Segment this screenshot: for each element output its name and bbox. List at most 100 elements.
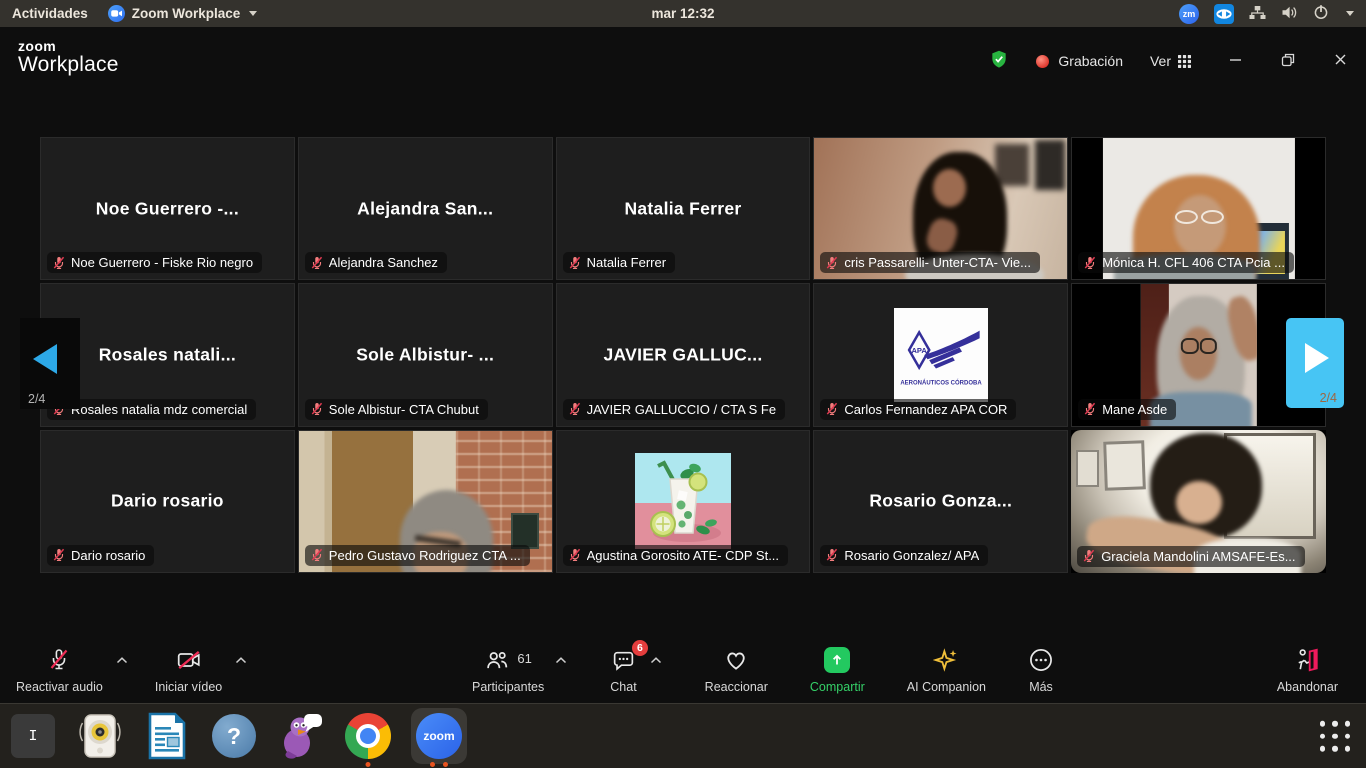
participant-tile[interactable]: Agustina Gorosito ATE- CDP St... <box>556 430 811 573</box>
unmute-button[interactable]: Reactivar audio <box>16 647 103 694</box>
participant-name-center: Noe Guerrero -... <box>96 198 239 219</box>
heart-icon <box>723 647 749 673</box>
muted-mic-icon <box>310 548 324 562</box>
muted-mic-icon <box>52 548 66 562</box>
help-icon: ? <box>212 714 256 758</box>
dock-item-zoom[interactable]: zoom <box>411 708 467 764</box>
share-screen-icon <box>824 647 850 673</box>
writer-document-icon <box>146 712 188 760</box>
apa-logo: APA AERONÁUTICOS CÓRDOBA <box>894 308 988 402</box>
participant-label: JAVIER GALLUCCIO / CTA S Fe <box>563 399 786 420</box>
participant-tile[interactable]: Mónica H. CFL 406 CTA Pcia ... <box>1071 137 1326 280</box>
mojito-avatar-image <box>635 453 731 549</box>
clock[interactable]: mar 12:32 <box>651 6 714 21</box>
terminal-icon: I <box>11 714 55 758</box>
video-options-caret[interactable] <box>234 656 248 665</box>
muted-mic-icon <box>568 256 582 270</box>
participant-tile[interactable]: APA AERONÁUTICOS CÓRDOBA Carlos Fernande… <box>813 283 1068 426</box>
svg-text:APA: APA <box>911 346 927 355</box>
muted-mic-icon <box>1082 549 1096 563</box>
participant-label: Dario rosario <box>47 545 154 566</box>
app-menu-label: Zoom Workplace <box>132 6 241 21</box>
dock-item-help[interactable]: ? <box>210 712 258 760</box>
participant-tile[interactable]: Natalia Ferrer Natalia Ferrer <box>556 137 811 280</box>
meeting-toolbar: Reactivar audio Iniciar vídeo <box>0 637 1366 703</box>
leave-meeting-icon <box>1294 647 1320 673</box>
audio-options-caret[interactable] <box>115 656 129 665</box>
restore-button[interactable] <box>1281 53 1295 70</box>
ai-companion-button[interactable]: AI Companion <box>907 647 986 694</box>
participant-label: Noe Guerrero - Fiske Rio negro <box>47 252 262 273</box>
app-menu[interactable]: Zoom Workplace <box>108 5 258 22</box>
participant-label: Alejandra Sanchez <box>305 252 447 273</box>
participants-button[interactable]: 61 Participantes <box>472 647 544 694</box>
more-icon <box>1028 647 1054 673</box>
chevron-down-icon <box>249 11 257 16</box>
encryption-shield-icon[interactable] <box>989 49 1009 73</box>
page-indicator: 2/4 <box>1320 391 1337 405</box>
muted-mic-icon <box>52 256 66 270</box>
volume-icon <box>1281 5 1298 23</box>
participant-tile[interactable]: cris Passarelli- Unter-CTA- Vie... <box>813 137 1068 280</box>
next-page-button[interactable]: 2/4 <box>1286 318 1344 408</box>
sparkle-icon <box>933 647 959 673</box>
system-status-area[interactable]: zm <box>1179 4 1366 24</box>
chat-button[interactable]: 6 Chat <box>610 647 636 694</box>
chat-badge: 6 <box>632 640 648 656</box>
chrome-icon <box>345 713 391 759</box>
recording-indicator[interactable]: Grabación <box>1036 53 1123 69</box>
zoom-window: zoom Workplace Grabación Ver <box>0 27 1366 703</box>
network-icon <box>1249 5 1266 23</box>
zoom-indicator-icon: zm <box>1179 4 1199 24</box>
participant-name-center: Dario rosario <box>111 491 224 512</box>
more-button[interactable]: Más <box>1028 647 1054 694</box>
participant-tile[interactable]: Alejandra San... Alejandra Sanchez <box>298 137 553 280</box>
view-label: Ver <box>1150 53 1171 69</box>
zoom-dock-icon: zoom <box>416 713 462 759</box>
participant-tile[interactable]: Dario rosario Dario rosario <box>40 430 295 573</box>
view-button[interactable]: Ver <box>1150 53 1191 69</box>
desktop: Actividades Zoom Workplace mar 12:32 zm <box>0 0 1366 768</box>
dock-item-terminal[interactable]: I <box>9 712 57 760</box>
share-button[interactable]: Compartir <box>810 647 865 694</box>
muted-mic-icon <box>825 402 839 416</box>
leave-button[interactable]: Abandonar <box>1277 647 1338 694</box>
participant-label: Graciela Mandolini AMSAFE-Es... <box>1077 546 1304 567</box>
dock-item-libreoffice-writer[interactable] <box>143 712 191 760</box>
participant-label: Rosario Gonzalez/ APA <box>820 545 988 566</box>
chat-caret[interactable] <box>649 656 663 665</box>
gnome-top-bar: Actividades Zoom Workplace mar 12:32 zm <box>0 0 1366 27</box>
close-button[interactable] <box>1333 52 1348 70</box>
participant-tile[interactable]: Pedro Gustavo Rodriguez CTA ... <box>298 430 553 573</box>
dock-item-chrome[interactable] <box>344 712 392 760</box>
activities-button[interactable]: Actividades <box>12 6 88 21</box>
participant-name-center: Sole Albistur- ... <box>356 344 494 365</box>
prev-page-button[interactable]: 2/4 <box>20 318 80 409</box>
muted-mic-icon <box>825 256 839 270</box>
teamviewer-icon <box>1214 4 1234 24</box>
show-apps-button[interactable] <box>1320 721 1351 752</box>
running-indicator <box>366 762 371 767</box>
react-button[interactable]: Reaccionar <box>705 647 768 694</box>
page-indicator: 2/4 <box>28 392 45 406</box>
dock-item-pidgin[interactable] <box>277 712 325 760</box>
system-menu-caret-icon <box>1346 11 1354 16</box>
minimize-button[interactable] <box>1228 52 1243 70</box>
participant-tile[interactable]: Graciela Mandolini AMSAFE-Es... <box>1071 430 1326 573</box>
participant-name-center: Rosario Gonza... <box>869 491 1012 512</box>
participant-tile[interactable]: JAVIER GALLUC... JAVIER GALLUCCIO / CTA … <box>556 283 811 426</box>
participant-tile[interactable]: Sole Albistur- ... Sole Albistur- CTA Ch… <box>298 283 553 426</box>
start-video-button[interactable]: Iniciar vídeo <box>155 647 222 694</box>
participant-name-center: Alejandra San... <box>357 198 493 219</box>
zoom-logo: zoom Workplace <box>18 39 119 76</box>
participant-tile[interactable]: Noe Guerrero -... Noe Guerrero - Fiske R… <box>40 137 295 280</box>
participants-caret[interactable] <box>554 656 568 665</box>
video-grid-stage: Noe Guerrero -... Noe Guerrero - Fiske R… <box>0 137 1366 573</box>
participant-tile[interactable]: Rosario Gonza... Rosario Gonzalez/ APA <box>813 430 1068 573</box>
svg-text:AERONÁUTICOS CÓRDOBA: AERONÁUTICOS CÓRDOBA <box>900 378 982 386</box>
dock-item-audio-player[interactable] <box>76 712 124 760</box>
workplace-logo-text: Workplace <box>18 54 119 76</box>
muted-mic-icon <box>310 402 324 416</box>
participants-count: 61 <box>517 651 531 666</box>
participant-name-center: Natalia Ferrer <box>624 198 741 219</box>
